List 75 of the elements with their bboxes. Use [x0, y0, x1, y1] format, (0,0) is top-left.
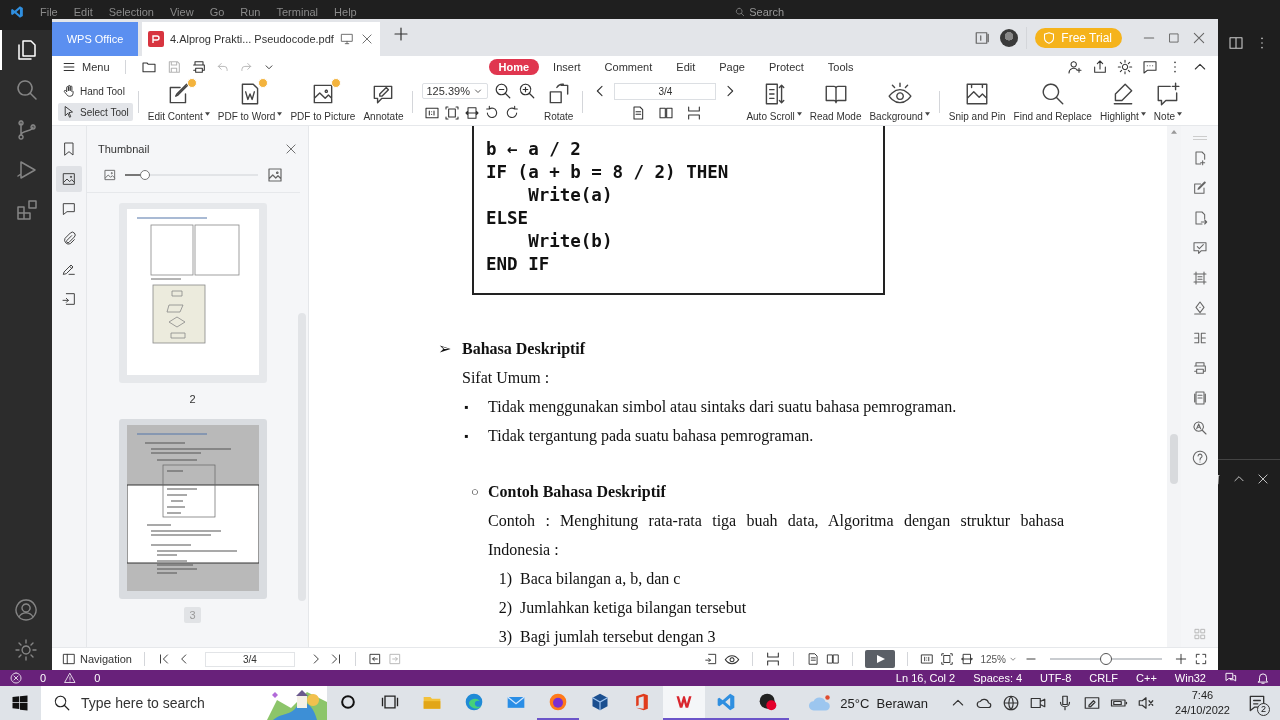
- subheading: Sifat Umum :: [461, 368, 551, 388]
- panel-title: Thumbnail: [98, 143, 150, 155]
- error-count[interactable]: 0: [40, 672, 47, 684]
- code-line: b ← a / 2: [486, 138, 582, 161]
- step-text: Bagi jumlah tersebut dengan 3: [520, 627, 716, 646]
- status-bar-item[interactable]: Win32: [1174, 672, 1206, 684]
- code-line: Write(a): [527, 184, 614, 207]
- notification-count: 2: [1257, 703, 1270, 716]
- rotate-button[interactable]: Rotate: [539, 81, 578, 122]
- ribbon-button[interactable]: Background: [865, 81, 934, 122]
- page-number: 3: [184, 607, 201, 623]
- ribbon-button[interactable]: Highlight: [1095, 81, 1150, 122]
- bullet-marker: ➢: [438, 339, 452, 358]
- bullet-marker: ▪: [464, 427, 470, 445]
- navigation-button[interactable]: Navigation: [62, 652, 132, 666]
- paragraph: Contoh : Menghitung rata-rata tiga buah data, Algoritma dengan struktur bahasa Indonesia :: [488, 511, 1064, 560]
- menu-button[interactable]: Menu: [62, 60, 110, 74]
- ribbon-tab[interactable]: Comment: [594, 59, 663, 75]
- tool-button[interactable]: Hand Tool: [58, 82, 133, 100]
- code-line: ELSE: [486, 207, 530, 230]
- page-field[interactable]: 3/4: [614, 82, 717, 100]
- ribbon-tab[interactable]: Tools: [817, 59, 864, 75]
- ribbon-tab[interactable]: Edit: [666, 59, 706, 75]
- warning-count[interactable]: 0: [94, 672, 101, 684]
- step-number: 1): [497, 569, 512, 588]
- menu-item[interactable]: Run: [232, 6, 269, 18]
- section-heading: Contoh Bahasa Deskriptif: [488, 482, 666, 501]
- status-bar-item[interactable]: UTF-8: [1040, 672, 1072, 684]
- step-text: Jumlahkan ketiga bilangan tersebut: [520, 598, 747, 617]
- code-line: IF (a + b = 8 / 2) THEN: [486, 161, 730, 184]
- clock[interactable]: 7:46 24/10/2022: [1174, 688, 1230, 718]
- ribbon-button[interactable]: PDF to Picture: [286, 81, 360, 122]
- page-number: 2: [188, 392, 197, 407]
- ribbon-tab[interactable]: Protect: [758, 59, 814, 75]
- ribbon-button[interactable]: Read Mode: [805, 81, 866, 122]
- document-tab[interactable]: 4.Alprog Prakti... Pseudocode.pdf: [142, 22, 380, 56]
- menu-item[interactable]: File: [32, 6, 66, 18]
- zoom-dropdown[interactable]: 125%: [980, 653, 1018, 665]
- menu-item[interactable]: Help: [326, 6, 365, 18]
- bullet-text: Tidak tergantung pada suatu bahasa pemrograman.: [488, 426, 814, 445]
- menu-item[interactable]: View: [161, 6, 202, 18]
- bullet-marker: ▪: [464, 398, 470, 416]
- tool-button[interactable]: Select Tool: [58, 103, 133, 121]
- code-line: END IF: [486, 253, 551, 276]
- step-number: 2): [497, 598, 512, 617]
- section-heading: Bahasa Deskriptif: [462, 339, 586, 358]
- ribbon-button[interactable]: PDF to Word: [213, 81, 287, 122]
- notification-button[interactable]: 2: [1242, 688, 1272, 718]
- menu-item[interactable]: Selection: [100, 6, 162, 18]
- status-bar-item[interactable]: CRLF: [1089, 672, 1118, 684]
- ribbon-button[interactable]: Find and Replace: [1009, 81, 1096, 122]
- ribbon-button[interactable]: Annotate: [359, 81, 408, 122]
- menu-item[interactable]: Go: [201, 6, 233, 18]
- taskbar-search-field[interactable]: Type here to search: [41, 686, 327, 720]
- step-text: Baca bilangan a, b, dan c: [520, 569, 681, 588]
- bullet-text: Tidak menggunakan simbol atau sintaks dari suatu bahasa pemrograman.: [488, 397, 957, 416]
- ribbon-tab[interactable]: Home: [488, 59, 540, 75]
- bullet-marker: ○: [471, 482, 480, 501]
- ribbon-tab[interactable]: Page: [709, 59, 755, 75]
- status-bar-item[interactable]: Spaces: 4: [973, 672, 1023, 684]
- ribbon-button[interactable]: Edit Content: [143, 81, 214, 122]
- code-line: Write(b): [527, 230, 614, 253]
- menu-item[interactable]: Edit: [65, 6, 101, 18]
- command-search-field[interactable]: Search: [514, 6, 1005, 18]
- ribbon-button[interactable]: Auto Scroll: [742, 81, 806, 122]
- weather-text[interactable]: 25°C Berawan: [840, 695, 928, 711]
- status-bar-item[interactable]: Ln 16, Col 2: [895, 672, 956, 684]
- step-number: 3): [497, 627, 512, 646]
- menu-item[interactable]: Terminal: [268, 6, 327, 18]
- status-bar-item[interactable]: C++: [1136, 672, 1157, 684]
- zoom-field[interactable]: 125.39%: [422, 83, 488, 99]
- page-field[interactable]: 3/4: [205, 651, 295, 667]
- ribbon-button[interactable]: Snip and Pin: [944, 81, 1010, 122]
- ribbon-button[interactable]: Note: [1149, 81, 1186, 122]
- ribbon-tab[interactable]: Insert: [543, 59, 591, 75]
